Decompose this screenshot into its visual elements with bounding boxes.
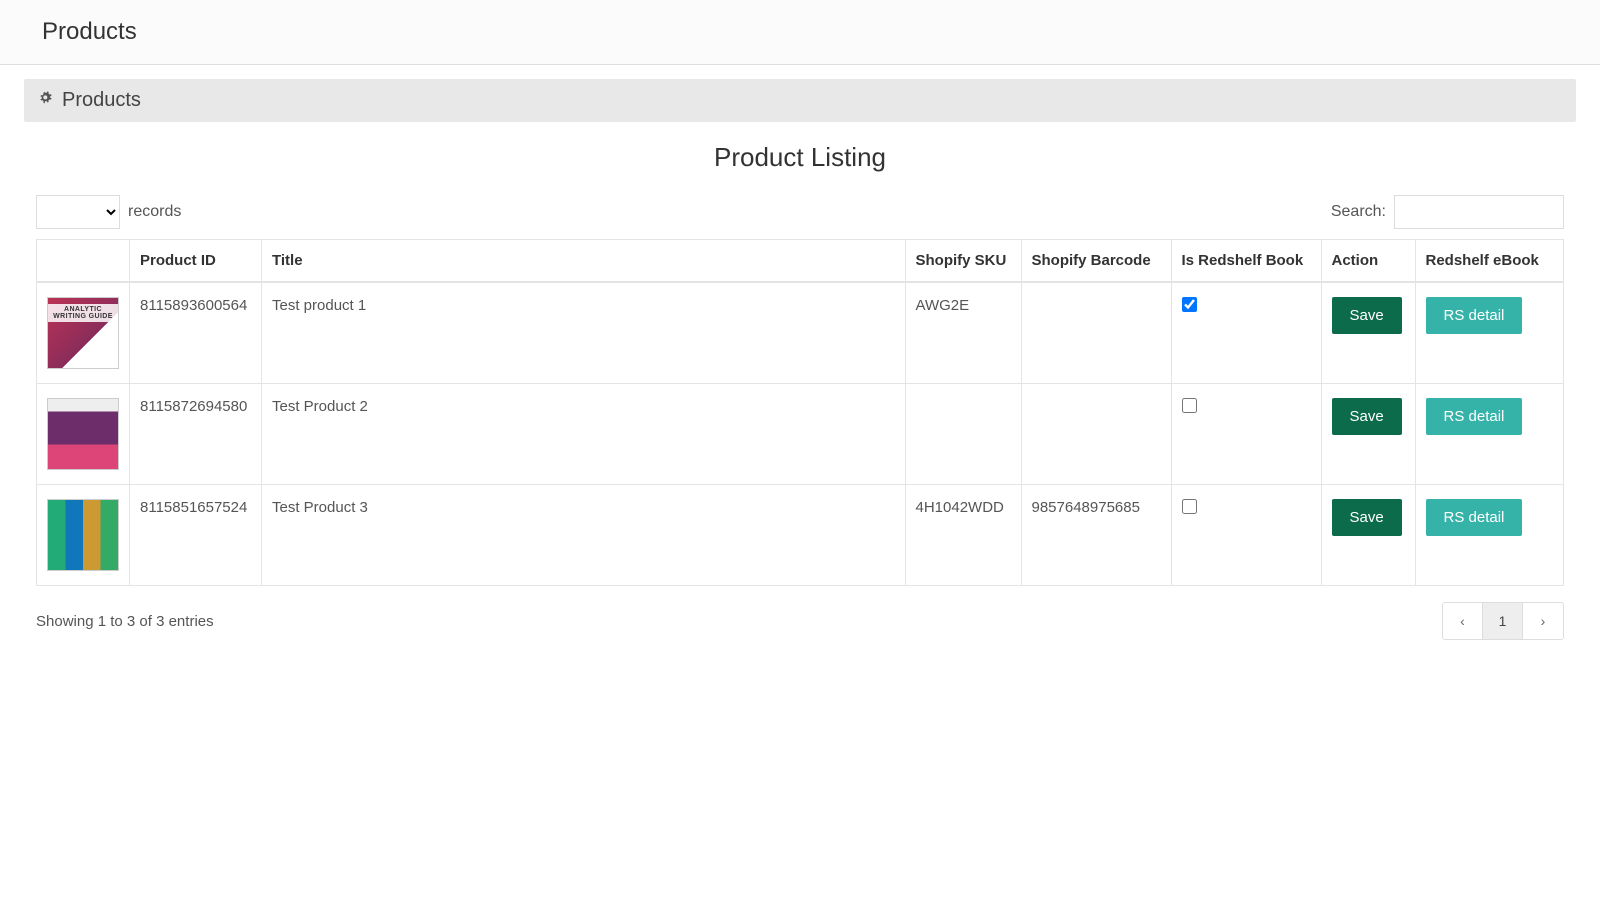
cell-is-redshelf [1171, 485, 1321, 586]
listing-title: Product Listing [24, 142, 1576, 173]
page-header: Products [0, 0, 1600, 65]
search-input[interactable] [1394, 195, 1564, 229]
col-redshelf-ebook[interactable]: Redshelf eBook [1415, 240, 1563, 282]
page-prev[interactable]: ‹ [1443, 603, 1483, 639]
cell-redshelf-ebook: RS detail [1415, 485, 1563, 586]
table-row: 8115872694580 Test Product 2 Save RS det… [37, 384, 1563, 485]
cell-product-id: 8115872694580 [130, 384, 262, 485]
page-number[interactable]: 1 [1483, 603, 1523, 639]
page-title: Products [42, 18, 1558, 46]
col-product-id[interactable]: Product ID [130, 240, 262, 282]
chevron-left-icon: ‹ [1460, 613, 1465, 629]
page-next[interactable]: › [1523, 603, 1563, 639]
cell-title: Test product 1 [262, 282, 906, 384]
products-table-wrap: Product ID Title Shopify SKU Shopify Bar… [36, 239, 1564, 586]
products-table: Product ID Title Shopify SKU Shopify Bar… [37, 240, 1563, 585]
is-redshelf-checkbox[interactable] [1182, 398, 1197, 413]
cell-shopify-barcode [1021, 282, 1171, 384]
cell-shopify-barcode: 9857648975685 [1021, 485, 1171, 586]
col-is-redshelf[interactable]: Is Redshelf Book [1171, 240, 1321, 282]
cell-is-redshelf [1171, 282, 1321, 384]
gears-icon [38, 90, 54, 111]
col-action[interactable]: Action [1321, 240, 1415, 282]
table-row: ANALYTIC WRITING GUIDE 8115893600564 Tes… [37, 282, 1563, 384]
listing-title-wrap: Product Listing [24, 142, 1576, 173]
table-row: 8115851657524 Test Product 3 4H1042WDD 9… [37, 485, 1563, 586]
rs-detail-button[interactable]: RS detail [1426, 398, 1523, 435]
records-select[interactable] [36, 195, 120, 229]
cell-shopify-sku: 4H1042WDD [905, 485, 1021, 586]
cell-action: Save [1321, 282, 1415, 384]
cell-action: Save [1321, 485, 1415, 586]
table-controls: records Search: [36, 195, 1564, 229]
table-header-row: Product ID Title Shopify SKU Shopify Bar… [37, 240, 1563, 282]
cell-redshelf-ebook: RS detail [1415, 384, 1563, 485]
col-shopify-barcode[interactable]: Shopify Barcode [1021, 240, 1171, 282]
entries-info: Showing 1 to 3 of 3 entries [36, 613, 214, 630]
records-label: records [128, 203, 181, 221]
cell-image [37, 485, 130, 586]
cell-action: Save [1321, 384, 1415, 485]
content-area: Products Product Listing records Search:… [0, 79, 1600, 680]
panel-title: Products [62, 89, 141, 112]
records-per-page: records [36, 195, 181, 229]
pagination: ‹ 1 › [1442, 602, 1564, 640]
cell-image: ANALYTIC WRITING GUIDE [37, 282, 130, 384]
rs-detail-button[interactable]: RS detail [1426, 297, 1523, 334]
cell-redshelf-ebook: RS detail [1415, 282, 1563, 384]
cell-title: Test Product 3 [262, 485, 906, 586]
cell-shopify-sku [905, 384, 1021, 485]
is-redshelf-checkbox[interactable] [1182, 499, 1197, 514]
save-button[interactable]: Save [1332, 297, 1402, 334]
rs-detail-button[interactable]: RS detail [1426, 499, 1523, 536]
cell-shopify-sku: AWG2E [905, 282, 1021, 384]
thumbnail-caption: ANALYTIC WRITING GUIDE [48, 304, 118, 322]
save-button[interactable]: Save [1332, 499, 1402, 536]
cell-shopify-barcode [1021, 384, 1171, 485]
col-shopify-sku[interactable]: Shopify SKU [905, 240, 1021, 282]
col-image[interactable] [37, 240, 130, 282]
chevron-right-icon: › [1541, 613, 1546, 629]
cell-image [37, 384, 130, 485]
product-thumbnail [47, 398, 119, 470]
panel-header: Products [24, 79, 1576, 122]
cell-product-id: 8115893600564 [130, 282, 262, 384]
cell-title: Test Product 2 [262, 384, 906, 485]
save-button[interactable]: Save [1332, 398, 1402, 435]
cell-product-id: 8115851657524 [130, 485, 262, 586]
search-wrap: Search: [1331, 195, 1564, 229]
col-title[interactable]: Title [262, 240, 906, 282]
search-label: Search: [1331, 203, 1386, 221]
is-redshelf-checkbox[interactable] [1182, 297, 1197, 312]
product-thumbnail: ANALYTIC WRITING GUIDE [47, 297, 119, 369]
cell-is-redshelf [1171, 384, 1321, 485]
table-footer: Showing 1 to 3 of 3 entries ‹ 1 › [36, 602, 1564, 640]
product-thumbnail [47, 499, 119, 571]
